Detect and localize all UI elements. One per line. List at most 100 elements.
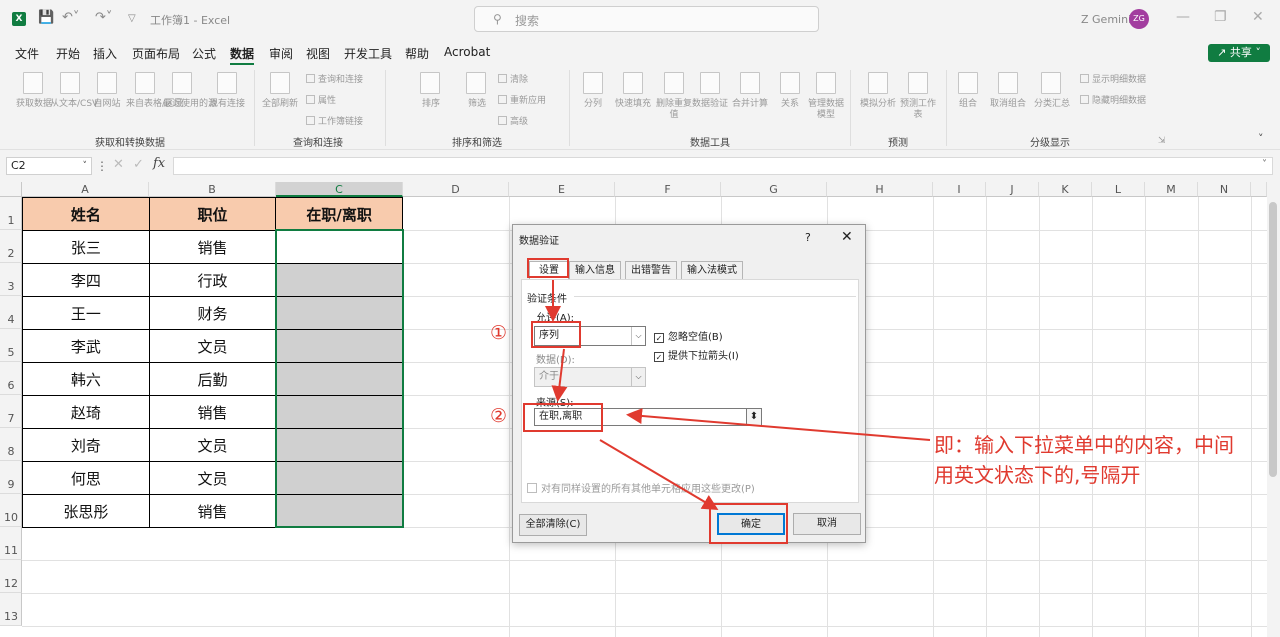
from-table-button[interactable]: 来自表格/区域 (126, 99, 183, 110)
column-header-e[interactable]: E (509, 182, 615, 197)
tab-home[interactable]: 开始 (56, 45, 80, 62)
tab-view[interactable]: 视图 (306, 45, 330, 62)
collapse-dialog-icon[interactable]: ⬍ (746, 408, 762, 426)
workbook-links-button[interactable]: 工作簿链接 (306, 114, 363, 127)
table-cell[interactable] (275, 395, 403, 429)
get-data-button[interactable]: 获取数据 (14, 99, 54, 110)
row-header-4[interactable]: 4 (0, 296, 22, 329)
column-header-a[interactable]: A (22, 182, 149, 197)
ok-button[interactable]: 确定 (717, 513, 785, 535)
undo-icon[interactable]: ↶˅ (62, 10, 79, 25)
flash-fill-button[interactable]: 快速填充 (611, 99, 655, 110)
from-web-button[interactable]: 自网站 (92, 99, 122, 110)
name-box[interactable]: C2 ˅ (6, 157, 92, 175)
column-header-n[interactable]: N (1198, 182, 1251, 197)
tab-acrobat[interactable]: Acrobat (444, 45, 490, 59)
table-cell[interactable] (275, 296, 403, 330)
row-header-7[interactable]: 7 (0, 395, 22, 428)
cancel-icon[interactable]: ✕ (113, 157, 124, 172)
source-input[interactable]: 在职,离职 (534, 408, 762, 426)
column-header-m[interactable]: M (1145, 182, 1198, 197)
row-header-3[interactable]: 3 (0, 263, 22, 296)
column-header-b[interactable]: B (149, 182, 276, 197)
table-cell[interactable]: 韩六 (22, 362, 150, 396)
apply-all-checkbox[interactable]: 对有同样设置的所有其他单元格应用这些更改(P) (527, 480, 755, 495)
dialog-launcher-icon[interactable]: ⇲ (1158, 136, 1166, 146)
refresh-all-button[interactable]: 全部刷新 (258, 99, 302, 110)
tab-formulas[interactable]: 公式 (192, 45, 216, 62)
column-header-i[interactable]: I (933, 182, 986, 197)
recent-sources-button[interactable]: 最近使用的源 (163, 99, 217, 110)
clear-all-button[interactable]: 全部清除(C) (519, 514, 587, 536)
row-header-2[interactable]: 2 (0, 230, 22, 263)
close-icon[interactable]: ✕ (1252, 9, 1264, 25)
tab-error-alert[interactable]: 出错警告 (625, 261, 677, 279)
column-header-g[interactable]: G (721, 182, 827, 197)
table-cell[interactable] (275, 329, 403, 363)
manage-data-model-button[interactable]: 管理数据模型 (808, 99, 844, 121)
table-cell[interactable]: 文员 (148, 428, 277, 462)
data-validation-button[interactable]: 数据验证 (692, 99, 728, 110)
table-cell[interactable] (275, 428, 403, 462)
column-header-d[interactable]: D (403, 182, 509, 197)
row-header-12[interactable]: 12 (0, 560, 22, 593)
expand-formula-icon[interactable]: ˅ (1262, 159, 1267, 170)
row-header-11[interactable]: 11 (0, 527, 22, 560)
redo-icon[interactable]: ↷˅ (95, 10, 112, 25)
hide-detail-button[interactable]: 隐藏明细数据 (1080, 93, 1146, 106)
row-header-5[interactable]: 5 (0, 329, 22, 362)
avatar[interactable]: ZG (1129, 9, 1149, 29)
tab-page-layout[interactable]: 页面布局 (132, 45, 180, 62)
tab-review[interactable]: 审阅 (269, 45, 293, 62)
table-cell[interactable] (275, 263, 403, 297)
table-cell[interactable]: 行政 (148, 263, 277, 297)
row-header-13[interactable]: 13 (0, 593, 22, 626)
table-cell[interactable]: 文员 (148, 461, 277, 495)
subtotal-button[interactable]: 分类汇总 (1030, 99, 1074, 110)
table-cell[interactable] (275, 362, 403, 396)
share-button[interactable]: ↗ 共享 ˅ (1208, 44, 1270, 62)
row-header-1[interactable]: 1 (0, 197, 22, 230)
help-icon[interactable]: ? (805, 231, 811, 244)
table-cell[interactable] (275, 230, 403, 264)
column-header-o[interactable] (1251, 182, 1267, 197)
ignore-blank-checkbox[interactable]: ✓ 忽略空值(B) (654, 328, 723, 343)
existing-connections-button[interactable]: 现有连接 (207, 99, 247, 110)
tab-file[interactable]: 文件 (15, 45, 39, 62)
select-all-corner[interactable] (0, 182, 22, 197)
insert-function-icon[interactable]: fx (153, 156, 165, 171)
relationships-button[interactable]: 关系 (775, 99, 805, 110)
remove-duplicates-button[interactable]: 删除重复值 (656, 99, 692, 121)
table-cell[interactable]: 李武 (22, 329, 150, 363)
table-cell[interactable]: 王一 (22, 296, 150, 330)
restore-icon[interactable]: ❐ (1214, 9, 1227, 25)
filter-button[interactable]: 筛选 (462, 99, 492, 110)
forecast-sheet-button[interactable]: 预测工作表 (900, 99, 936, 121)
column-header-k[interactable]: K (1039, 182, 1092, 197)
table-cell[interactable]: 赵琦 (22, 395, 150, 429)
enter-icon[interactable]: ✓ (133, 157, 144, 172)
collapse-ribbon-icon[interactable]: ˅ (1258, 132, 1264, 145)
ungroup-button[interactable]: 取消组合 (986, 99, 1030, 110)
formula-input[interactable] (173, 157, 1273, 175)
search-box[interactable]: ⚲ 搜索 (474, 6, 819, 32)
what-if-button[interactable]: 模拟分析 (856, 99, 900, 110)
row-header-10[interactable]: 10 (0, 494, 22, 527)
table-cell[interactable] (275, 494, 403, 528)
header-cell[interactable]: 在职/离职 (275, 197, 403, 231)
table-cell[interactable]: 财务 (148, 296, 277, 330)
clear-button[interactable]: 清除 (498, 72, 528, 85)
row-header-6[interactable]: 6 (0, 362, 22, 395)
tab-input-message[interactable]: 输入信息 (569, 261, 621, 279)
close-icon[interactable]: ✕ (841, 229, 853, 245)
advanced-button[interactable]: 高级 (498, 114, 528, 127)
text-to-columns-button[interactable]: 分列 (578, 99, 608, 110)
table-cell[interactable]: 文员 (148, 329, 277, 363)
reapply-button[interactable]: 重新应用 (498, 93, 546, 106)
minimize-icon[interactable]: — (1176, 9, 1190, 25)
group-button[interactable]: 组合 (953, 99, 983, 110)
consolidate-button[interactable]: 合并计算 (728, 99, 772, 110)
column-header-j[interactable]: J (986, 182, 1039, 197)
vertical-scrollbar[interactable] (1267, 182, 1280, 637)
header-cell[interactable]: 职位 (148, 197, 277, 231)
